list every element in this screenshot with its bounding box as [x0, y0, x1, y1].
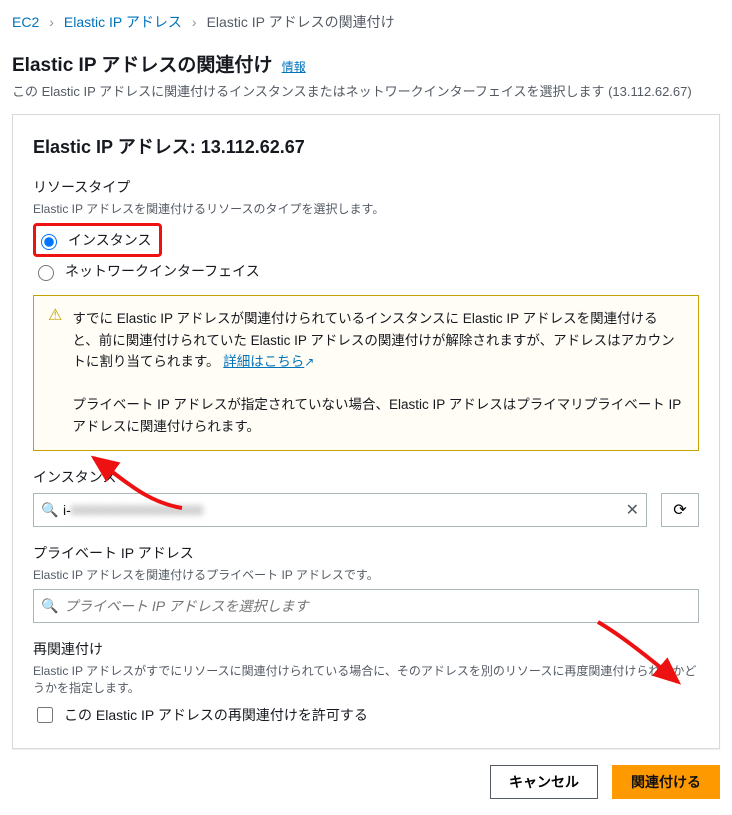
page-description: この Elastic IP アドレスに関連付けるインスタンスまたはネットワークイ… [12, 81, 720, 100]
reassociate-label: 再関連付け [33, 639, 699, 659]
reassociate-hint: Elastic IP アドレスがすでにリソースに関連付けられている場合に、そのア… [33, 662, 699, 696]
reassociate-checkbox-label: この Elastic IP アドレスの再関連付けを許可する [64, 705, 368, 725]
page-title: Elastic IP アドレスの関連付け 情報 [12, 50, 720, 77]
breadcrumb-ec2[interactable]: EC2 [12, 14, 39, 30]
action-bar: キャンセル 関連付ける [12, 765, 720, 799]
radio-instance-input[interactable] [41, 234, 57, 250]
highlight-box: インスタンス [33, 223, 162, 257]
panel-title: Elastic IP アドレス: 13.112.62.67 [33, 133, 699, 159]
warning-icon: ⚠ [48, 308, 62, 438]
radio-eni-input[interactable] [38, 265, 54, 281]
resource-type-hint: Elastic IP アドレスを関連付けるリソースのタイプを選択します。 [33, 200, 699, 217]
info-link[interactable]: 情報 [282, 60, 306, 74]
associate-button[interactable]: 関連付ける [612, 765, 720, 799]
cancel-button[interactable]: キャンセル [490, 765, 598, 799]
instance-label: インスタンス [33, 467, 699, 487]
radio-eni[interactable]: ネットワークインターフェイス [33, 259, 699, 283]
reassociate-section: 再関連付け Elastic IP アドレスがすでにリソースに関連付けられている場… [33, 639, 699, 726]
alert-p2: プライベート IP アドレスが指定されていない場合、Elastic IP アドレ… [72, 397, 681, 434]
private-ip-section: プライベート IP アドレス Elastic IP アドレスを関連付けるプライベ… [33, 543, 699, 623]
breadcrumb-eip[interactable]: Elastic IP アドレス [64, 12, 182, 32]
alert-p1: すでに Elastic IP アドレスが関連付けられているインスタンスに Ela… [72, 311, 674, 369]
chevron-right-icon: › [192, 14, 197, 30]
private-ip-hint: Elastic IP アドレスを関連付けるプライベート IP アドレスです。 [33, 566, 699, 583]
page-title-text: Elastic IP アドレスの関連付け [12, 55, 272, 76]
private-ip-input[interactable] [33, 589, 699, 623]
instance-input[interactable] [33, 493, 647, 527]
breadcrumb-current: Elastic IP アドレスの関連付け [207, 12, 395, 32]
breadcrumb: EC2 › Elastic IP アドレス › Elastic IP アドレスの… [12, 8, 720, 36]
private-ip-label: プライベート IP アドレス [33, 543, 699, 563]
main-panel: Elastic IP アドレス: 13.112.62.67 リソースタイプ El… [12, 114, 720, 749]
resource-type-section: リソースタイプ Elastic IP アドレスを関連付けるリソースのタイプを選択… [33, 177, 699, 283]
radio-eni-label: ネットワークインターフェイス [65, 261, 260, 281]
chevron-right-icon: › [49, 14, 54, 30]
radio-instance-label: インスタンス [68, 230, 151, 250]
reassociate-checkbox[interactable]: この Elastic IP アドレスの再関連付けを許可する [33, 704, 699, 726]
resource-type-label: リソースタイプ [33, 177, 699, 197]
radio-instance[interactable]: インスタンス [36, 228, 151, 252]
page-header: Elastic IP アドレスの関連付け 情報 この Elastic IP アド… [12, 50, 720, 100]
alert-learn-more[interactable]: 詳細はこちら↗ [223, 354, 314, 369]
refresh-icon: ⟳ [673, 500, 686, 520]
refresh-button[interactable]: ⟳ [661, 493, 699, 527]
clear-icon[interactable]: ✕ [626, 500, 639, 520]
external-link-icon: ↗ [304, 353, 314, 372]
instance-section: インスタンス 🔍 ✕ i-00000000000000000 ⟳ [33, 467, 699, 527]
alert-info: ⚠ すでに Elastic IP アドレスが関連付けられているインスタンスに E… [33, 295, 699, 451]
